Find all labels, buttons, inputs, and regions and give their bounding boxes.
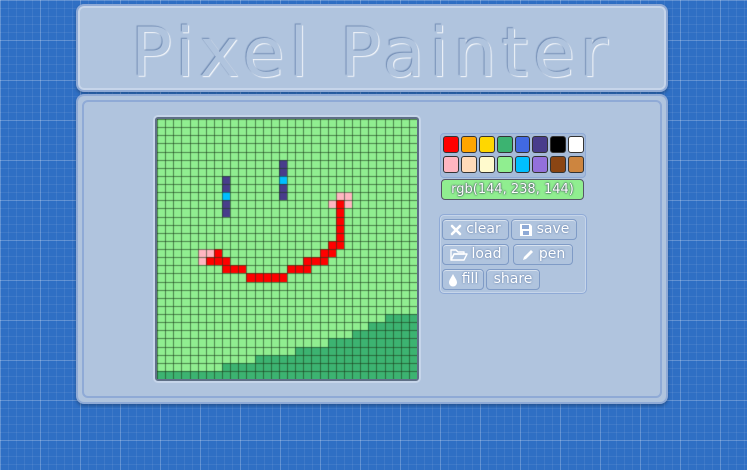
- color-swatch[interactable]: [460, 136, 477, 153]
- pen-button-label: pen: [538, 246, 566, 262]
- color-swatch[interactable]: [568, 156, 584, 173]
- x-icon: [450, 224, 462, 236]
- palette-row-1: [443, 136, 584, 153]
- color-swatch[interactable]: [443, 136, 459, 153]
- tool-panel: clear save load pen fill share: [439, 214, 587, 294]
- pen-button[interactable]: pen: [513, 244, 573, 265]
- droplet-icon: [448, 273, 458, 287]
- color-swatch[interactable]: [514, 156, 531, 173]
- app-title: Pixel Painter: [131, 14, 613, 93]
- pencil-icon: [521, 248, 535, 262]
- color-swatch[interactable]: [514, 136, 531, 153]
- share-button[interactable]: share: [486, 269, 540, 290]
- color-swatch[interactable]: [460, 156, 477, 173]
- folder-open-icon: [449, 248, 468, 261]
- palette-row-2: [443, 156, 584, 173]
- save-button-label: save: [536, 221, 570, 237]
- fill-button-label: fill: [461, 271, 479, 287]
- color-swatch[interactable]: [532, 156, 549, 173]
- title-panel: Pixel Painter: [76, 4, 668, 93]
- color-swatch[interactable]: [478, 156, 495, 173]
- share-button-label: share: [493, 271, 533, 287]
- fill-button[interactable]: fill: [442, 269, 484, 290]
- pixel-canvas[interactable]: [157, 119, 417, 379]
- load-button[interactable]: load: [442, 244, 509, 265]
- load-button-label: load: [471, 246, 502, 262]
- color-swatch[interactable]: [550, 156, 567, 173]
- color-swatch[interactable]: [550, 136, 567, 153]
- color-swatch[interactable]: [568, 136, 584, 153]
- clear-button[interactable]: clear: [442, 219, 509, 240]
- color-swatch[interactable]: [496, 136, 513, 153]
- color-swatch[interactable]: [532, 136, 549, 153]
- current-color-display: rgb(144, 238, 144): [441, 179, 584, 200]
- color-swatch[interactable]: [443, 156, 459, 173]
- color-swatch[interactable]: [478, 136, 495, 153]
- color-palette: [440, 133, 586, 178]
- color-swatch[interactable]: [496, 156, 513, 173]
- canvas-frame: [155, 117, 419, 381]
- save-button[interactable]: save: [511, 219, 577, 240]
- clear-button-label: clear: [466, 221, 501, 237]
- floppy-disk-icon: [519, 223, 533, 237]
